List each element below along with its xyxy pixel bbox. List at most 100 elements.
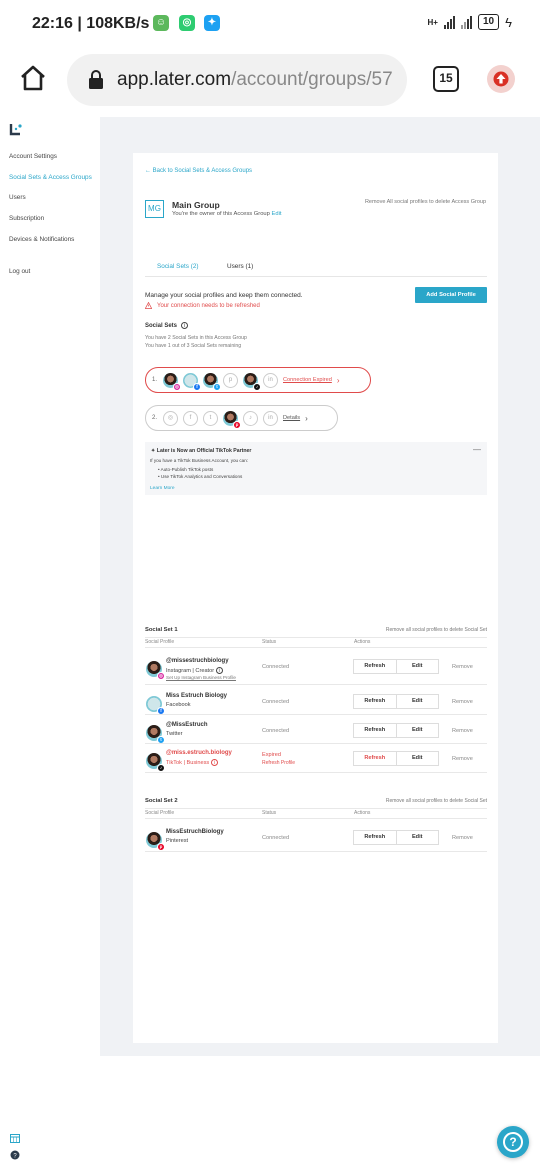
browser-toolbar: app.later.com/account/groups/57 15 xyxy=(0,50,540,117)
status-time: 22:16 | 108KB/s xyxy=(32,15,150,32)
tiktok-placeholder-icon: ♪ xyxy=(243,410,258,426)
refresh-button[interactable]: Refresh xyxy=(354,724,397,737)
profile-type: Facebook xyxy=(166,702,191,708)
group-subtitle: You're the owner of this Access Group Ed… xyxy=(172,211,282,217)
status-bar: 22:16 | 108KB/s ☺ ◎ ✦ H+ 10 ϟ xyxy=(0,0,540,50)
refresh-button[interactable]: Refresh xyxy=(354,660,397,673)
edit-button[interactable]: Edit xyxy=(397,831,439,844)
social-sets-heading: Social Sets i xyxy=(145,322,189,329)
banner-bullet: • Auto-Publish TikTok posts xyxy=(158,467,214,472)
refresh-button[interactable]: Refresh xyxy=(354,831,397,844)
back-link[interactable]: ← Back to Social Sets & Access Groups xyxy=(145,168,252,174)
edit-button[interactable]: Edit xyxy=(397,695,439,708)
signal-icon-2 xyxy=(460,15,472,29)
address-bar[interactable]: app.later.com/account/groups/57 xyxy=(67,54,407,106)
setup-business-link[interactable]: Set Up Instagram Business Profile xyxy=(166,675,236,680)
tiktok-icon: ♪ xyxy=(253,382,261,391)
profile-status: Connected xyxy=(262,699,290,705)
info-icon[interactable]: i xyxy=(181,322,189,329)
group-title: Main Group xyxy=(172,200,220,210)
set-remove-note: Remove all social profiles to delete Soc… xyxy=(385,627,487,633)
collapse-icon[interactable]: — xyxy=(473,445,481,454)
pill-number: 2. xyxy=(152,415,158,421)
battery-icon: 10 xyxy=(477,14,500,30)
social-sets-note-1: You have 2 Social Sets in this Access Gr… xyxy=(145,335,247,341)
group-avatar: MG xyxy=(145,200,164,218)
col-actions: Actions xyxy=(354,810,371,816)
profile-type: Twitter xyxy=(166,731,183,737)
profile-name: Miss Estruch Biology xyxy=(166,693,228,699)
remove-button[interactable]: Remove xyxy=(452,664,473,670)
profile-type: TikTok | Business i xyxy=(166,759,218,766)
profile-name: @MissEstruch xyxy=(166,722,208,728)
home-icon[interactable] xyxy=(18,63,48,93)
sidebar-item-account-settings[interactable]: Account Settings xyxy=(9,153,57,160)
profile-avatar: ◎ xyxy=(146,661,165,680)
twitter-icon: t xyxy=(213,382,221,391)
status-right: H+ 10 ϟ xyxy=(428,14,512,30)
set-remove-note: Remove all social profiles to delete Soc… xyxy=(385,798,487,804)
profile-avatar: t xyxy=(146,725,165,744)
facebook-profile-avatar: f xyxy=(183,372,201,391)
pinterest-icon: p xyxy=(233,420,241,429)
chevron-right-icon: › xyxy=(305,413,308,423)
banner-intro: If you have a TikTok Business Account, y… xyxy=(150,458,249,463)
action-buttons: Refresh Edit xyxy=(353,723,439,738)
sidebar-item-users[interactable]: Users xyxy=(9,194,26,201)
later-logo[interactable] xyxy=(8,122,24,138)
edit-button[interactable]: Edit xyxy=(397,752,439,765)
tab-switcher-button[interactable]: 15 xyxy=(433,66,459,92)
sidebar-item-social-sets[interactable]: Social Sets & Access Groups xyxy=(9,174,92,181)
refresh-profile-link[interactable]: Refresh Profile xyxy=(262,760,295,766)
twitter-placeholder-icon: t xyxy=(203,410,218,426)
tiktok-profile-avatar: ♪ xyxy=(243,372,261,391)
manage-text: Manage your social profiles and keep the… xyxy=(145,292,303,299)
url-text: app.later.com/account/groups/57 xyxy=(117,69,393,90)
help-small-icon[interactable]: ? xyxy=(10,1150,20,1160)
connection-expired-link[interactable]: Connection Expired xyxy=(283,377,332,383)
col-status: Status xyxy=(262,639,277,645)
add-social-profile-button[interactable]: Add Social Profile xyxy=(415,287,487,303)
help-chat-button[interactable]: ? xyxy=(497,1126,529,1158)
edit-button[interactable]: Edit xyxy=(397,660,439,673)
profile-status: Expired xyxy=(262,752,281,758)
page: Account Settings Social Sets & Access Gr… xyxy=(0,117,540,1170)
remove-button[interactable]: Remove xyxy=(452,835,473,841)
tab-users[interactable]: Users (1) xyxy=(227,263,253,270)
twitter-profile-avatar: t xyxy=(203,372,221,391)
banner-bullet: • Use TikTok Analytics and Conversations xyxy=(158,474,243,479)
game-app-icon: ☺ xyxy=(153,15,169,31)
instagram-icon: ◎ xyxy=(173,382,181,391)
edit-button[interactable]: Edit xyxy=(397,724,439,737)
tab-social-sets[interactable]: Social Sets (2) xyxy=(157,263,199,270)
refresh-button[interactable]: Refresh xyxy=(354,695,397,708)
social-set-pill-1[interactable]: 1. ◎ f t p ♪ in Connection Expired › xyxy=(145,367,371,393)
remove-button[interactable]: Remove xyxy=(452,728,473,734)
whatsapp-icon: ◎ xyxy=(179,15,195,31)
remove-button[interactable]: Remove xyxy=(452,699,473,705)
lock-icon xyxy=(89,70,103,89)
learn-more-link[interactable]: Learn More xyxy=(150,486,175,491)
twitter-notification-icon: ✦ xyxy=(204,15,220,31)
edit-group-link[interactable]: Edit xyxy=(272,211,282,217)
profile-name: MissEstruchBiology xyxy=(166,829,224,835)
sidebar-item-devices[interactable]: Devices & Notifications xyxy=(9,236,74,243)
profile-status: Connected xyxy=(262,728,290,734)
refresh-button[interactable]: Refresh xyxy=(354,752,397,765)
remove-button[interactable]: Remove xyxy=(452,756,473,762)
network-type: H+ xyxy=(427,17,438,27)
sidebar-item-subscription[interactable]: Subscription xyxy=(9,215,44,222)
tabs: Social Sets (2) Users (1) xyxy=(145,259,487,277)
calendar-icon[interactable] xyxy=(10,1133,20,1143)
profile-avatar: f xyxy=(146,696,165,715)
sidebar: Account Settings Social Sets & Access Gr… xyxy=(0,117,100,1170)
signal-icon xyxy=(443,15,455,29)
set-title: Social Set 2 xyxy=(145,798,178,804)
profile-name: @miss.estruch.biology xyxy=(166,750,232,756)
details-link[interactable]: Details xyxy=(283,415,300,421)
sidebar-item-logout[interactable]: Log out xyxy=(9,268,30,275)
update-arrow-icon[interactable] xyxy=(487,65,515,93)
social-set-pill-2[interactable]: 2. ◎ f t p ♪ in Details › xyxy=(145,405,338,431)
question-mark-icon: ? xyxy=(503,1132,523,1152)
col-status: Status xyxy=(262,810,277,816)
